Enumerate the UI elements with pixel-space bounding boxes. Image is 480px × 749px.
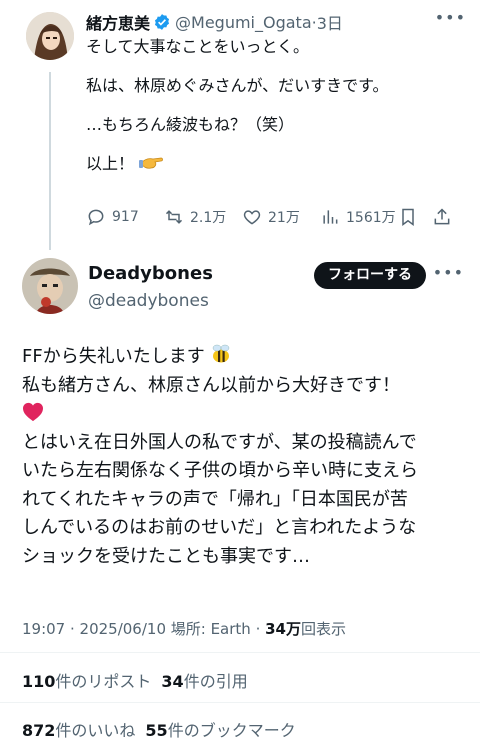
repost-count: 2.1万	[190, 210, 227, 226]
follow-button[interactable]: フォローする	[314, 262, 426, 289]
tweet2-line: ショックを受けたことも事実です…	[22, 545, 310, 567]
divider	[0, 652, 480, 653]
tweet1-body: そして大事なことをいっとく。 私は、林原めぐみさんが、だいすきです。 …もちろん…	[86, 36, 466, 174]
tweet2-line: しんでいるのはお前のせいだ」と言われたような	[22, 517, 417, 538]
reposts-stat-count: 110	[22, 672, 56, 691]
tweet2-line: いたら左右関係なく子供の頃から辛い時に支えら	[22, 460, 418, 481]
share-button[interactable]	[432, 207, 458, 227]
reply-count: 917	[112, 209, 139, 225]
reply-icon	[88, 209, 104, 226]
tweet1-handle[interactable]: @Megumi_Ogata	[175, 13, 312, 32]
likes-stat-label: 件のいいね	[55, 721, 136, 740]
reposts-stat[interactable]: 110件のリポスト	[22, 672, 151, 691]
pointing-hand-emoji	[139, 157, 164, 169]
views-button[interactable]: 1561万	[320, 207, 396, 227]
tweet2-line: れてくれたキャラの声で「帰れ」「日本国民が苦	[22, 488, 408, 510]
like-button[interactable]: 21万	[242, 207, 300, 227]
thread-connector-line	[49, 72, 51, 250]
likes-stat-count: 872	[22, 721, 56, 740]
likes-stat[interactable]: 872件のいいね	[22, 721, 135, 740]
quotes-stat-label: 件の引用	[183, 672, 248, 691]
tweet1-line: 私は、林原めぐみさんが、だいすきです。	[86, 76, 389, 95]
tweet1-action-bar: 917 2.1万 21万 1561万	[86, 207, 466, 231]
tweet2-body: FFから失礼いたします 私も緒方さん、林原さん以前から大好きです！ とはいえ在日…	[22, 343, 462, 571]
tweet2-line: 私も緒方さん、林原さん以前から大好きです！	[22, 374, 400, 396]
bee-emoji	[213, 344, 230, 363]
tweet2-repost-stats: 110件のリポスト 34件の引用	[22, 668, 248, 692]
tweet2-line-with-emoji: FFから失礼いたします	[22, 343, 462, 372]
heart-line	[22, 400, 462, 429]
views-count: 1561万	[346, 210, 396, 226]
tweet1-line-with-emoji: 以上！	[86, 153, 466, 174]
quotes-stat-count: 34	[161, 672, 184, 691]
tweet2-timestamp-location[interactable]: 19:07 · 2025/06/10 場所: Earth ·	[22, 620, 265, 638]
tweet2-like-stats: 872件のいいね 55件のブックマーク	[22, 717, 296, 741]
tweet1-author-name[interactable]: 緒方恵美	[86, 10, 150, 34]
repost-button[interactable]: 2.1万	[164, 207, 226, 227]
bookmarks-stat-count: 55	[145, 721, 168, 740]
quotes-stat[interactable]: 34件の引用	[161, 672, 247, 691]
tweet2-more-icon[interactable]: •••	[433, 263, 464, 282]
avatar-megumi-ogata[interactable]	[26, 12, 74, 60]
divider	[0, 702, 480, 703]
tweet2-author-name[interactable]: Deadybones	[88, 262, 213, 286]
tweet2-views-count: 34万	[265, 620, 301, 638]
tweet2-views-label: 回表示	[300, 620, 346, 638]
tweet1-time[interactable]: 3日	[317, 10, 343, 34]
tweet2-line: FFから失礼いたします	[22, 346, 205, 367]
bookmark-icon	[402, 208, 414, 226]
reposts-stat-label: 件のリポスト	[55, 672, 152, 691]
avatar-deadybones[interactable]	[22, 258, 78, 314]
tweet1-line: …もちろん綾波もね？（笑）	[86, 115, 295, 134]
tweet2-line: とはいえ在日外国人の私ですが、某の投稿読んで	[22, 431, 417, 453]
verified-badge-icon	[154, 14, 170, 30]
repost-icon	[165, 210, 183, 224]
share-icon	[434, 208, 450, 225]
red-heart-emoji	[23, 402, 43, 422]
tweet1-more-icon[interactable]: •••	[435, 8, 466, 27]
bookmarks-stat[interactable]: 55件のブックマーク	[145, 721, 295, 740]
views-icon	[323, 210, 338, 224]
like-count: 21万	[268, 210, 300, 226]
bookmarks-stat-label: 件のブックマーク	[167, 721, 296, 740]
like-icon	[243, 210, 261, 225]
tweet2-header: Deadybones @deadybones	[88, 262, 213, 313]
reply-button[interactable]: 917	[86, 207, 139, 227]
tweet2-handle[interactable]: @deadybones	[88, 289, 213, 313]
tweet1-line: 以上！	[86, 154, 135, 173]
tweet2-meta: 19:07 · 2025/06/10 場所: Earth · 34万回表示	[22, 618, 346, 639]
bookmark-button[interactable]	[398, 207, 424, 227]
tweet1-line: そして大事なことをいっとく。	[86, 37, 310, 56]
tweet1-header: 緒方恵美 @Megumi_Ogata · 3日	[86, 10, 343, 34]
